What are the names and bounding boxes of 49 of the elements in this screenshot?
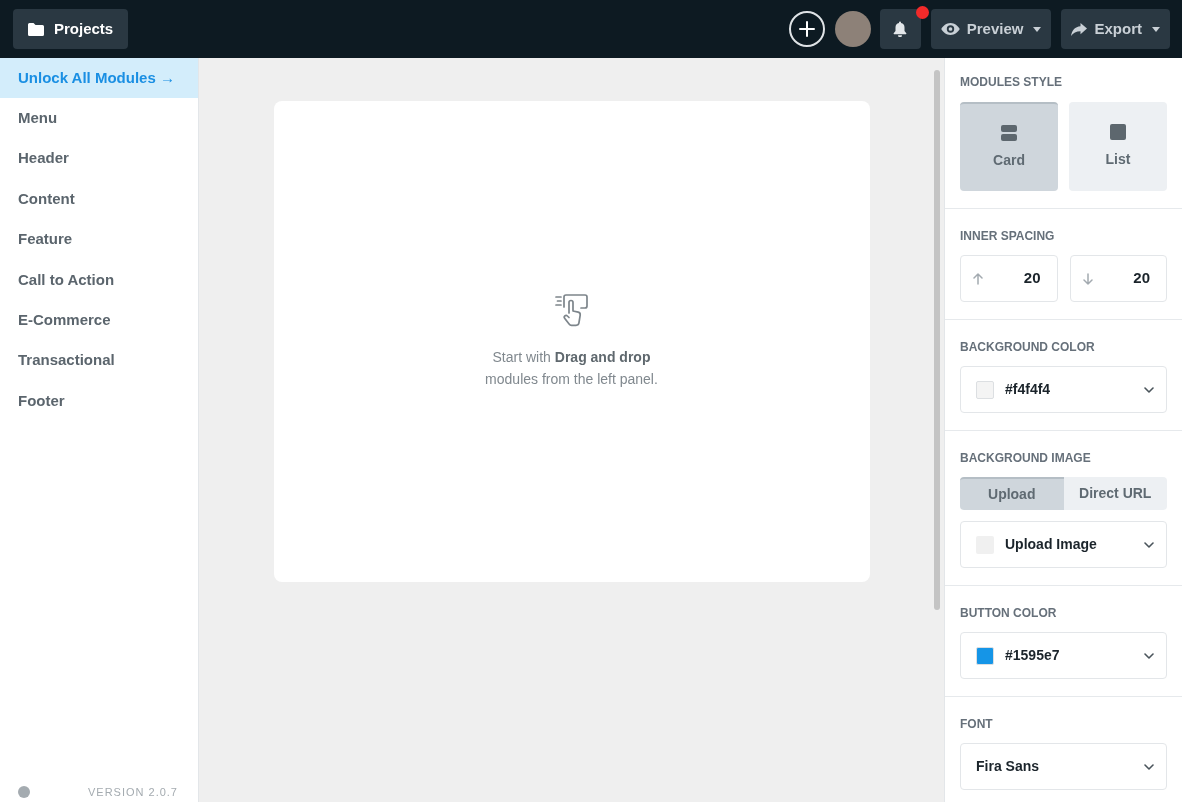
square-icon (1110, 123, 1126, 140)
export-button[interactable]: Export (1061, 9, 1170, 49)
section-label: INNER SPACING (960, 229, 1056, 243)
section-label: FONT (960, 717, 994, 731)
preview-button[interactable]: Preview (930, 9, 1052, 49)
style-option[interactable]: List (1069, 102, 1167, 191)
hand-tap-icon (554, 293, 589, 328)
eye-icon (940, 23, 960, 35)
section-label: BUTTON COLOR (960, 606, 1058, 620)
folder-icon (28, 22, 44, 36)
caret-icon (1152, 26, 1160, 32)
arrow-down-icon (1082, 272, 1093, 285)
chevron-down-icon (1144, 541, 1154, 548)
source-tab[interactable]: Direct URL (1063, 477, 1167, 510)
sidebar-item[interactable]: Call to Action (0, 259, 198, 300)
caret-icon (1033, 26, 1042, 32)
section-label: MODULES STYLE (960, 75, 1063, 89)
projects-button[interactable]: Projects (13, 9, 129, 49)
section-label: BACKGROUND COLOR (960, 340, 1096, 354)
top-spacing-field[interactable]: 20 (960, 255, 1058, 302)
notifications-button[interactable] (879, 9, 921, 49)
sidebar-item[interactable]: Feature (0, 219, 198, 260)
empty-state-message: Start with Drag and drop modules from the left panel. (484, 348, 659, 389)
sidebar-item[interactable]: Content (0, 178, 198, 220)
arrow-up-icon (973, 272, 983, 285)
scrollbar-thumb[interactable] (934, 70, 940, 610)
sidebar-item[interactable]: Header (0, 138, 198, 179)
chevron-down-icon (1144, 386, 1154, 393)
image-select[interactable]: Upload Image (960, 521, 1167, 568)
share-arrow-icon (1071, 22, 1088, 36)
color-select[interactable]: #1595e7 (960, 632, 1167, 679)
plus-icon (798, 21, 815, 37)
sidebar-item[interactable]: Footer (0, 380, 198, 422)
color-select[interactable]: #f4f4f4 (960, 366, 1167, 413)
add-button[interactable] (788, 11, 825, 47)
bottom-spacing-field[interactable]: 20 (1069, 255, 1167, 302)
chevron-down-icon (1144, 652, 1154, 659)
sidebar-item[interactable]: Transactional (0, 340, 198, 381)
version-label: VERSION 2.0.7 (87, 785, 178, 799)
source-tab[interactable]: Upload (960, 477, 1064, 510)
font-select[interactable]: Fira Sans (960, 743, 1167, 790)
section-label: BACKGROUND IMAGE (960, 451, 1092, 465)
bell-icon (893, 21, 908, 37)
stacked-cards-icon (1001, 124, 1017, 141)
avatar-photo[interactable] (834, 11, 871, 47)
sidebar-item[interactable]: Menu (0, 98, 198, 139)
style-option[interactable]: Card (960, 102, 1058, 191)
chevron-down-icon (1144, 763, 1154, 770)
sidebar-item[interactable]: E-Commerce (0, 299, 198, 341)
